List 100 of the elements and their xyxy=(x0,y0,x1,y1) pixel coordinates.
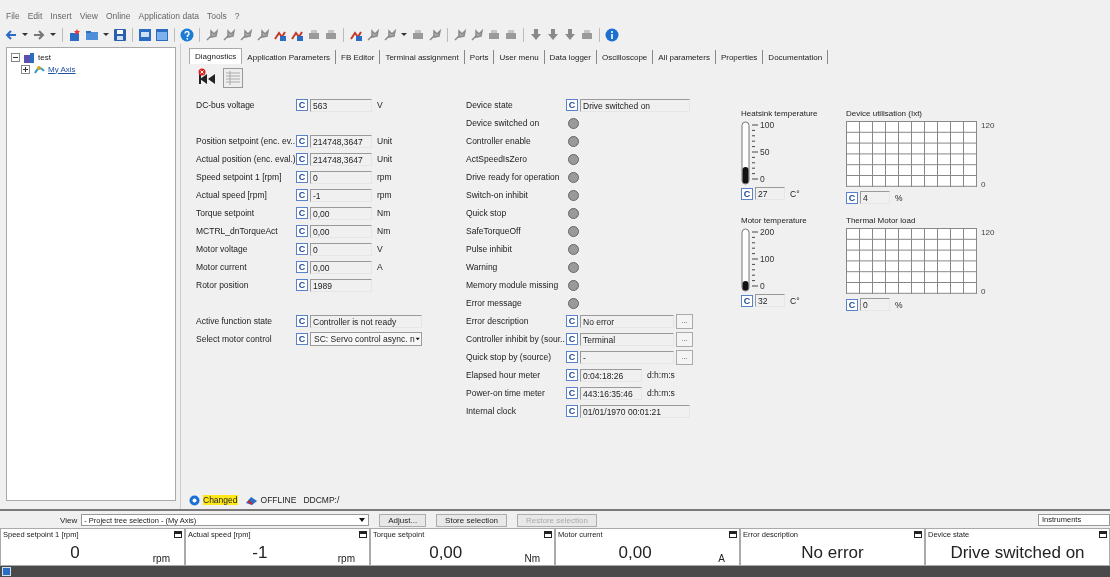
tree-item[interactable]: My Axis xyxy=(48,64,76,74)
c-flag[interactable]: C xyxy=(296,99,308,111)
tab[interactable]: Diagnostics xyxy=(189,48,243,64)
value-field[interactable]: 0,00 xyxy=(310,224,372,238)
browse-button[interactable]: ... xyxy=(676,349,693,365)
c-flag[interactable]: C xyxy=(296,171,308,183)
field-label: SafeTorqueOff xyxy=(466,226,521,236)
tab[interactable]: Ports xyxy=(464,50,495,64)
unit-label: % xyxy=(895,299,903,310)
value-field[interactable]: 0,00 xyxy=(310,260,372,274)
tab[interactable]: FB Editor xyxy=(336,50,381,64)
c-flag[interactable]: C xyxy=(296,225,308,237)
c-flag[interactable]: C xyxy=(846,191,858,204)
dropdown[interactable]: SC: Servo control async. n xyxy=(310,332,422,346)
new-document-icon[interactable] xyxy=(68,27,82,42)
c-flag[interactable]: C xyxy=(296,279,308,291)
table-icon[interactable] xyxy=(223,68,243,88)
value-field[interactable]: -1 xyxy=(310,188,372,202)
value-field[interactable]: 4 xyxy=(860,191,890,204)
c-flag[interactable]: C xyxy=(296,261,308,273)
c-flag[interactable]: C xyxy=(566,315,578,327)
window-toggle-icon[interactable] xyxy=(1099,530,1107,538)
forward-arrow-icon[interactable] xyxy=(32,27,46,42)
axis-label: 120 xyxy=(981,228,995,237)
menu-item[interactable]: View xyxy=(79,11,98,25)
window-toggle-icon[interactable] xyxy=(174,530,182,538)
window-toggle-icon[interactable] xyxy=(914,530,922,538)
save-icon[interactable] xyxy=(113,27,127,42)
status-text: OFFLINE xyxy=(260,495,297,505)
c-flag[interactable]: C xyxy=(296,153,308,165)
help-icon[interactable] xyxy=(180,27,194,42)
c-flag[interactable]: C xyxy=(566,351,578,363)
field-label: Controller enable xyxy=(466,136,531,146)
menu-item[interactable]: Insert xyxy=(50,11,72,25)
value-field[interactable]: 563 xyxy=(310,98,372,112)
value-field[interactable]: 32 xyxy=(755,294,785,307)
axis-label: 120 xyxy=(981,121,995,130)
menu-item[interactable]: Application data xyxy=(138,11,199,25)
window-toggle-icon[interactable] xyxy=(359,530,367,538)
tab[interactable]: User menu xyxy=(494,50,545,64)
menu-item[interactable]: Edit xyxy=(27,11,43,25)
c-flag[interactable]: C xyxy=(296,333,308,345)
c-flag[interactable]: C xyxy=(846,298,858,311)
expand-icon[interactable] xyxy=(21,64,30,74)
value-field[interactable]: No error xyxy=(580,314,674,328)
c-flag[interactable]: C xyxy=(566,387,578,399)
tab[interactable]: Oscilloscope xyxy=(596,50,654,64)
tab[interactable]: Data logger xyxy=(544,50,597,64)
window-toggle-icon[interactable] xyxy=(544,530,552,538)
c-flag[interactable]: C xyxy=(566,99,578,111)
c-flag[interactable]: C xyxy=(296,315,308,327)
value-field[interactable]: 0 xyxy=(310,242,372,256)
value-field[interactable]: 01/01/1970 00:01:21 xyxy=(580,404,690,418)
value-field[interactable]: 443:16:35:46 xyxy=(580,386,642,400)
tab[interactable]: Application Parameters xyxy=(242,50,337,64)
value-field[interactable]: 27 xyxy=(755,187,785,200)
c-flag[interactable]: C xyxy=(566,333,578,345)
menu-item[interactable]: Online xyxy=(105,11,131,25)
window-toggle-icon[interactable] xyxy=(729,530,737,538)
monitor-icon[interactable] xyxy=(138,27,152,42)
tab[interactable]: Documentation xyxy=(763,50,829,64)
c-flag[interactable]: C xyxy=(296,207,308,219)
value-field[interactable]: - xyxy=(580,350,674,364)
back-arrow-icon[interactable] xyxy=(4,27,18,42)
c-flag[interactable]: C xyxy=(741,187,753,200)
toolbar-button[interactable]: Adjust... xyxy=(379,513,427,527)
tab[interactable]: Terminal assignment xyxy=(380,50,465,64)
value-field[interactable]: 214748,3647 xyxy=(310,134,372,148)
value-field[interactable]: 0:04:18:26 xyxy=(580,368,642,382)
menu-item[interactable]: File xyxy=(6,11,20,25)
menu-item[interactable]: ? xyxy=(234,11,240,25)
c-flag[interactable]: C xyxy=(296,135,308,147)
monitor-icon[interactable] xyxy=(2,567,11,576)
value-field[interactable]: 1989 xyxy=(310,278,372,292)
toolbar-button[interactable]: Store selection xyxy=(436,513,508,527)
collapse-icon[interactable] xyxy=(11,52,20,62)
download-icon[interactable] xyxy=(563,27,577,42)
download-icon[interactable] xyxy=(546,27,560,42)
browse-button[interactable]: ... xyxy=(676,313,693,329)
value-field[interactable]: Drive switched on xyxy=(580,98,690,112)
c-flag[interactable]: C xyxy=(566,405,578,417)
download-icon[interactable] xyxy=(529,27,543,42)
tree-item[interactable]: test xyxy=(38,52,51,62)
value-field[interactable]: 214748,3647 xyxy=(310,152,372,166)
c-flag[interactable]: C xyxy=(566,369,578,381)
window-icon[interactable] xyxy=(155,27,169,42)
browse-button[interactable]: ... xyxy=(676,331,693,347)
c-flag[interactable]: C xyxy=(296,243,308,255)
value-field[interactable]: 0 xyxy=(310,170,372,184)
c-flag[interactable]: C xyxy=(741,294,753,307)
value-field[interactable]: Terminal xyxy=(580,332,674,346)
c-flag[interactable]: C xyxy=(296,189,308,201)
value-field[interactable]: Controller is not ready xyxy=(310,314,422,328)
menu-item[interactable]: Tools xyxy=(207,11,227,25)
round-icon[interactable] xyxy=(605,27,619,42)
value-field[interactable]: 0 xyxy=(860,298,890,311)
tab[interactable]: Properties xyxy=(715,50,764,64)
tab[interactable]: All parameters xyxy=(653,50,716,64)
value-field[interactable]: 0,00 xyxy=(310,206,372,220)
unit-label: C° xyxy=(790,188,800,199)
